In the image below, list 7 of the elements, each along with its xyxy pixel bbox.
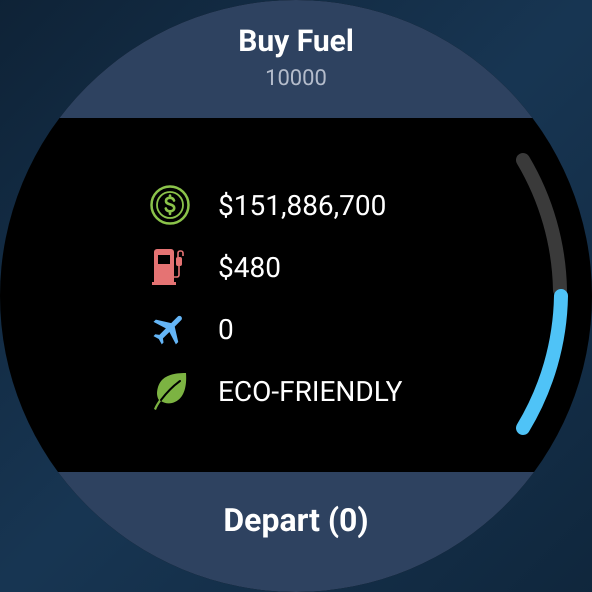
stat-value: $151,886,700 [218,188,386,222]
stat-value: 0 [218,312,234,346]
screen-title: Buy Fuel [238,23,354,61]
dollar-coin-icon [150,185,190,225]
fuel-amount: 10000 [265,65,327,93]
stat-value: ECO-FRIENDLY [218,374,402,408]
stat-value: $480 [218,250,281,284]
